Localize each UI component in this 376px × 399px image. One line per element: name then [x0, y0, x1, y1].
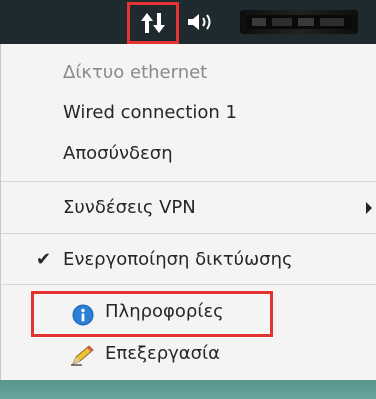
network-header-label: Δίκτυο ethernet [63, 62, 208, 83]
connection-item[interactable]: Wired connection 1 [63, 101, 237, 125]
edit-item[interactable]: Επεξεργασία [105, 342, 220, 366]
edit-pencil-icon [71, 345, 94, 366]
menu-separator [1, 181, 376, 182]
menu-separator [1, 233, 376, 234]
network-tray-button[interactable] [127, 2, 179, 44]
checkmark-icon: ✔ [36, 249, 52, 270]
disconnect-item[interactable]: Αποσύνδεση [63, 142, 173, 166]
network-up-down-icon [141, 13, 165, 33]
info-icon [72, 304, 94, 326]
vpn-connections-item[interactable]: Συνδέσεις VPN [63, 196, 196, 220]
submenu-arrow-icon [366, 202, 372, 214]
redacted-clock-shape [246, 15, 352, 29]
info-highlight-box [31, 291, 273, 337]
enable-networking-item[interactable]: Ενεργοποίηση δικτύωσης [63, 248, 293, 272]
clock-tray-redacted[interactable] [240, 10, 358, 34]
desktop-bottom-strip [0, 380, 376, 399]
menu-separator [1, 284, 376, 285]
top-panel [0, 0, 376, 44]
volume-icon [188, 14, 211, 30]
volume-tray-button[interactable] [186, 10, 220, 34]
